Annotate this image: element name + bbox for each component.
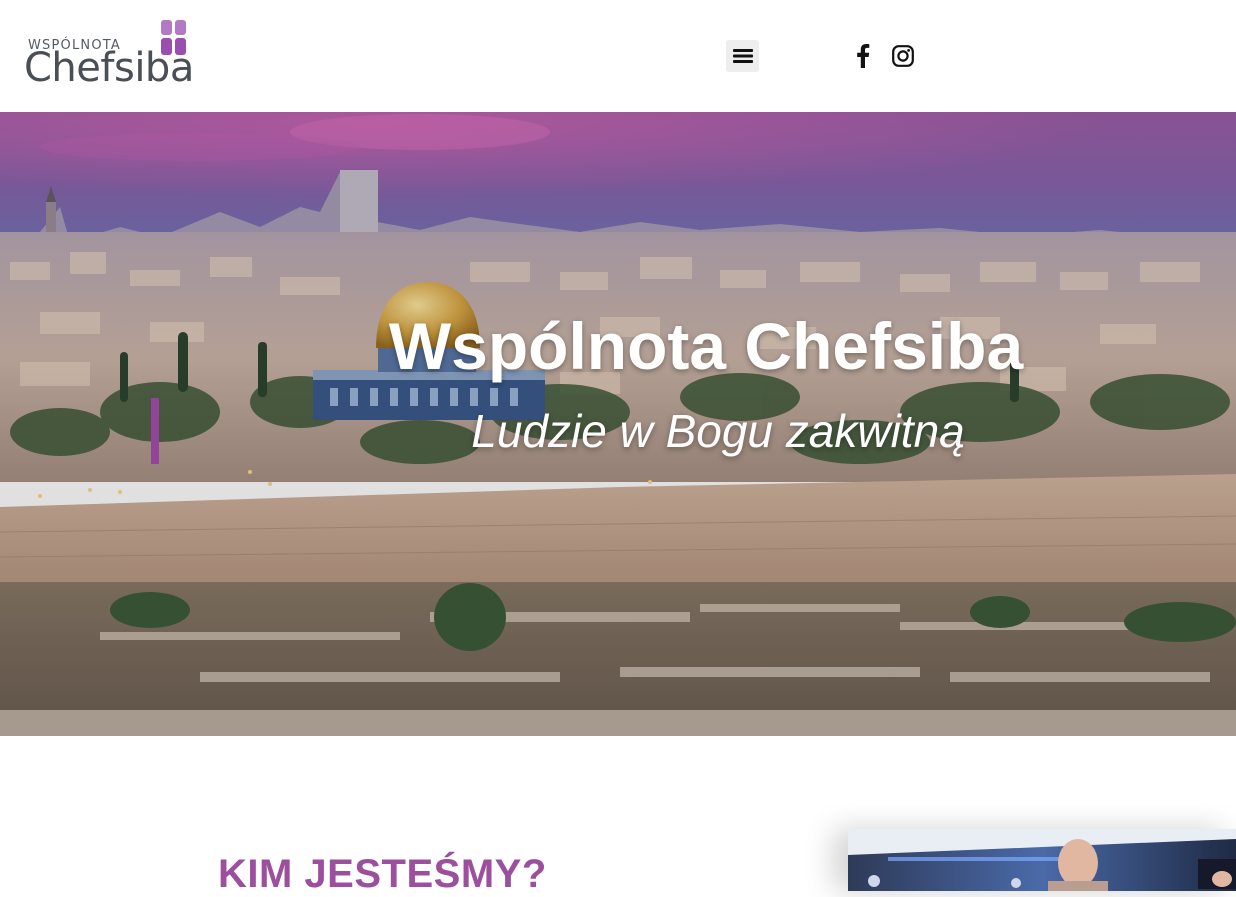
- about-photo: [848, 829, 1236, 891]
- hamburger-menu-icon: [732, 49, 753, 63]
- about-heading: KIM JESTEŚMY?: [218, 852, 547, 896]
- site-logo[interactable]: WSPÓLNOTA Chefsiba: [24, 18, 204, 94]
- instagram-icon: [892, 45, 914, 67]
- logo-cross-icon: [161, 20, 186, 55]
- hero-title: Wspólnota Chefsiba: [388, 309, 1024, 383]
- hero-banner: Wspólnota Chefsiba Ludzie w Bogu zakwitn…: [0, 112, 1236, 736]
- hamburger-menu-button[interactable]: [726, 40, 759, 72]
- instagram-link[interactable]: [889, 42, 917, 70]
- about-photo-image: [848, 829, 1236, 891]
- facebook-icon: [857, 44, 870, 68]
- facebook-link[interactable]: [849, 42, 877, 70]
- hero-subtitle: Ludzie w Bogu zakwitną: [471, 405, 965, 457]
- site-header: WSPÓLNOTA Chefsiba: [0, 0, 1236, 112]
